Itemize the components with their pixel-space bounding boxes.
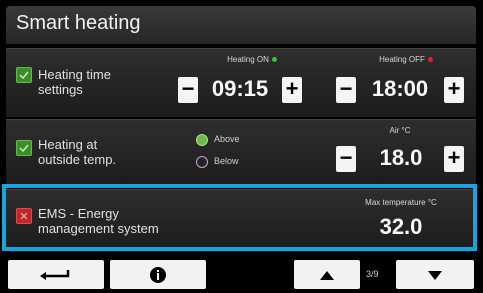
- above-radio[interactable]: [196, 134, 208, 146]
- ems-checkbox[interactable]: [16, 208, 32, 224]
- arrow-down-icon: [428, 271, 442, 280]
- info-button[interactable]: [110, 260, 206, 289]
- page-down-button[interactable]: [396, 260, 474, 289]
- page-up-button[interactable]: [294, 260, 360, 289]
- heating-on-label-text: Heating ON: [227, 55, 269, 64]
- heating-off-indicator-icon: [427, 57, 433, 63]
- outside-temp-label-line2: outside temp.: [38, 152, 117, 167]
- outside-temp-row: Heating at outside temp. Above Below Air…: [6, 119, 476, 186]
- heating-off-label-text: Heating OFF: [379, 55, 425, 64]
- title-bar: Smart heating: [6, 6, 476, 44]
- heating-on-minus-button[interactable]: −: [178, 77, 198, 103]
- page-indicator: 3/9: [366, 269, 379, 279]
- heating-on-time-value: 09:15: [211, 76, 269, 101]
- page-title: Smart heating: [16, 12, 141, 34]
- ems-row: EMS - Energy management system Max tempe…: [6, 189, 476, 252]
- below-radio-label: Below: [214, 156, 239, 166]
- ems-label: EMS - Energy management system: [38, 206, 159, 236]
- max-temp-value[interactable]: 32.0: [362, 214, 440, 240]
- heating-time-label-line1: Heating time: [38, 67, 111, 82]
- air-temp-label: Air °C: [389, 126, 411, 135]
- check-icon: [19, 71, 29, 80]
- heating-time-checkbox[interactable]: [16, 67, 32, 83]
- outside-temp-checkbox[interactable]: [16, 140, 32, 156]
- outside-temp-label-line1: Heating at: [38, 137, 98, 152]
- return-arrow-icon: [40, 270, 70, 280]
- heating-time-settings-row: Heating time settings Heating ON − 09:15…: [6, 48, 476, 117]
- heating-time-label: Heating time settings: [38, 67, 111, 97]
- heating-off-plus-button[interactable]: +: [444, 77, 464, 103]
- air-temp-minus-button[interactable]: −: [336, 146, 356, 172]
- air-temp-plus-button[interactable]: +: [444, 146, 464, 172]
- heating-on-label: Heating ON: [202, 55, 302, 64]
- heating-off-time-value: 18:00: [371, 76, 429, 101]
- heating-off-minus-button[interactable]: −: [336, 77, 356, 103]
- above-radio-label: Above: [214, 134, 240, 144]
- ems-label-line1: EMS - Energy: [38, 206, 119, 221]
- back-button[interactable]: [8, 260, 104, 289]
- unchecked-icon: [20, 212, 28, 220]
- info-icon: [150, 267, 166, 283]
- ems-label-line2: management system: [38, 221, 159, 236]
- air-temp-value: 18.0: [379, 145, 423, 170]
- heating-time-label-line2: settings: [38, 82, 83, 97]
- outside-temp-label: Heating at outside temp.: [38, 137, 116, 167]
- below-radio[interactable]: [196, 156, 208, 168]
- check-icon: [19, 144, 29, 153]
- heating-on-indicator-icon: [271, 57, 277, 63]
- heating-on-plus-button[interactable]: +: [282, 77, 302, 103]
- max-temp-label: Max temperature °C: [365, 198, 437, 207]
- arrow-up-icon: [320, 271, 334, 280]
- heating-off-label: Heating OFF: [356, 55, 456, 64]
